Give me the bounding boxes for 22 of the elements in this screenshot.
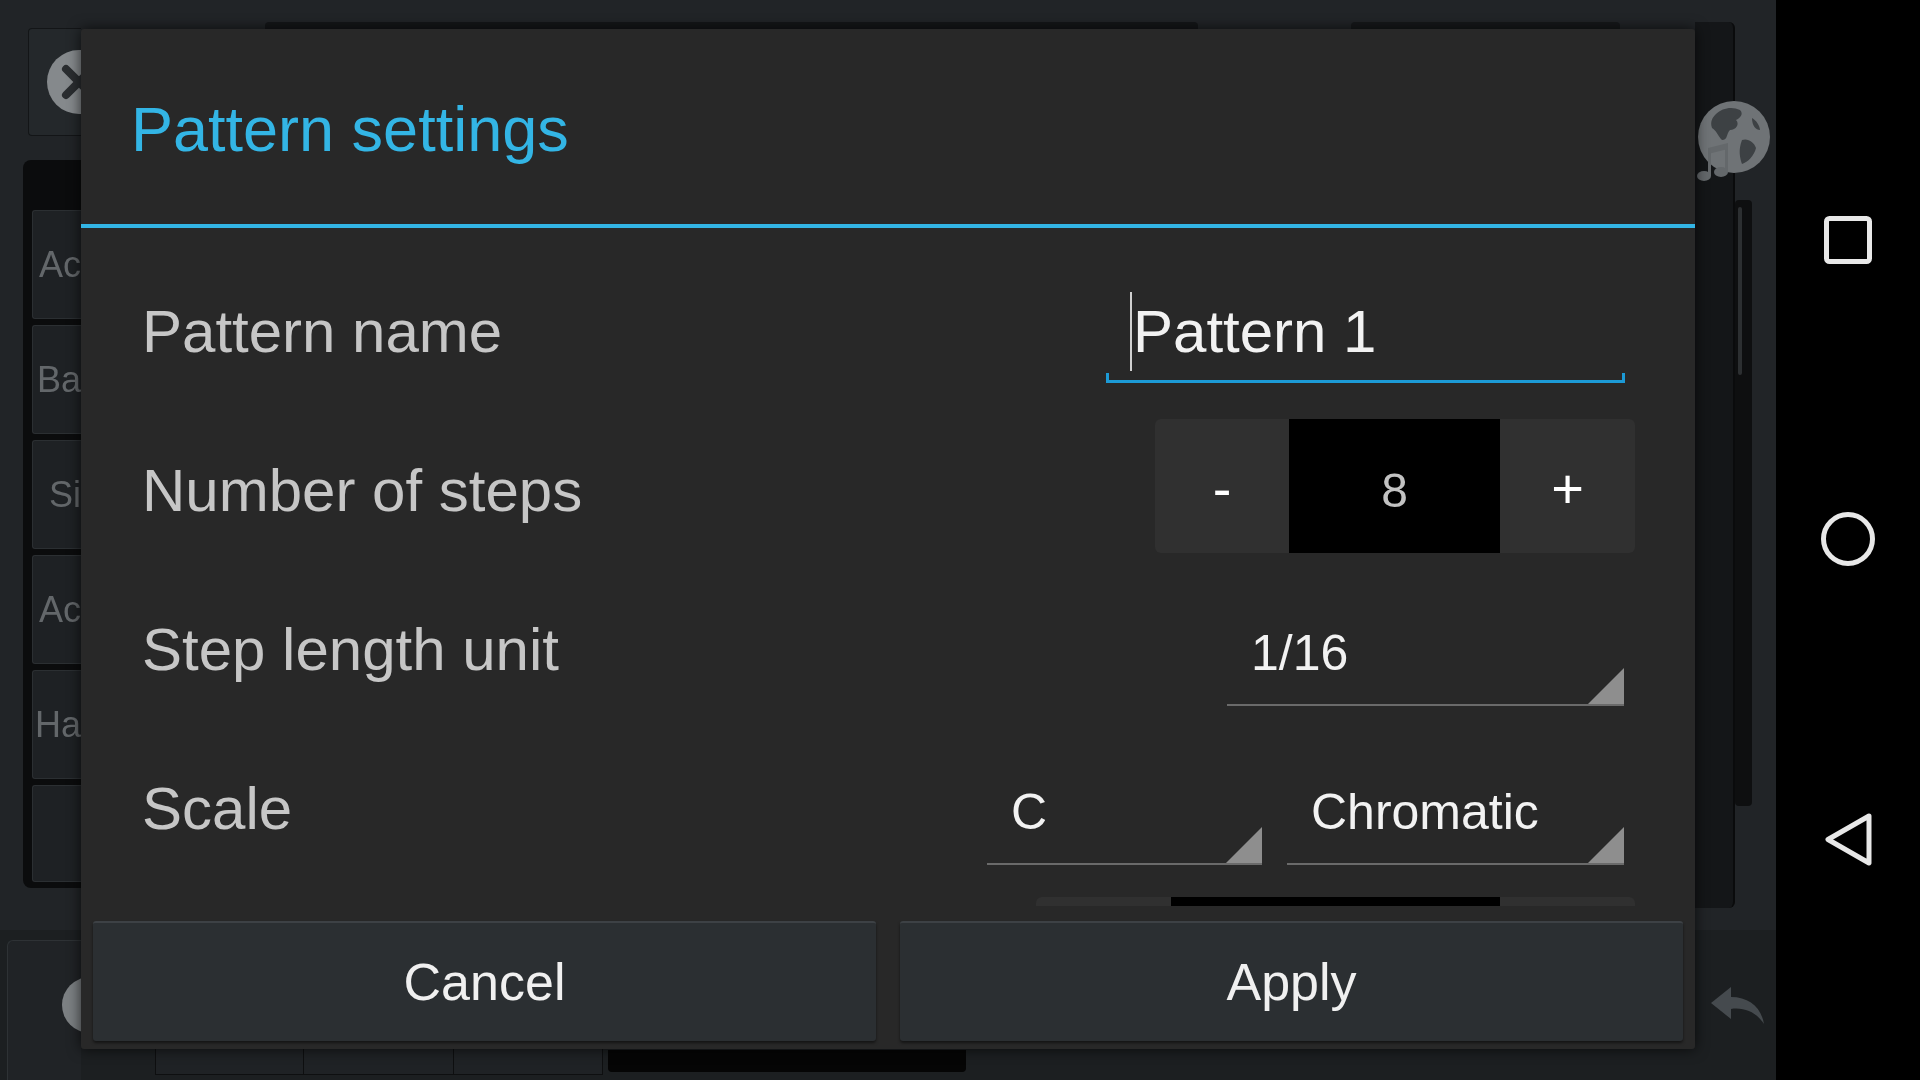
corner-triangle-icon bbox=[1588, 668, 1624, 704]
increment-button[interactable]: + bbox=[1500, 419, 1635, 553]
text-field[interactable]: Pattern 1 bbox=[1106, 280, 1625, 383]
globe-icon bbox=[1696, 100, 1771, 184]
square-icon[interactable] bbox=[1824, 216, 1872, 264]
triangle-icon[interactable] bbox=[1824, 813, 1872, 866]
setting-label: Number of steps bbox=[142, 460, 583, 521]
setting-label: Scale bbox=[142, 778, 293, 839]
dropdown[interactable]: Chromatic bbox=[1287, 765, 1624, 865]
decrement-button[interactable]: - bbox=[1155, 419, 1289, 553]
setting-label: Pattern name bbox=[142, 301, 503, 362]
corner-triangle-icon bbox=[1588, 827, 1624, 863]
corner-triangle-icon bbox=[1226, 827, 1262, 863]
value-field[interactable]: 8 bbox=[1289, 419, 1500, 553]
circle-icon[interactable] bbox=[1821, 512, 1875, 566]
dialog-button[interactable]: Apply bbox=[900, 921, 1683, 1041]
toolbar-button[interactable] bbox=[28, 28, 81, 136]
toolbar-button[interactable] bbox=[7, 940, 81, 1080]
dialog-button[interactable]: Cancel bbox=[93, 921, 876, 1041]
dropdown[interactable]: C bbox=[987, 765, 1262, 865]
dropdown[interactable]: 1/16 bbox=[1227, 606, 1624, 706]
setting-label: Step length unit bbox=[142, 619, 559, 680]
